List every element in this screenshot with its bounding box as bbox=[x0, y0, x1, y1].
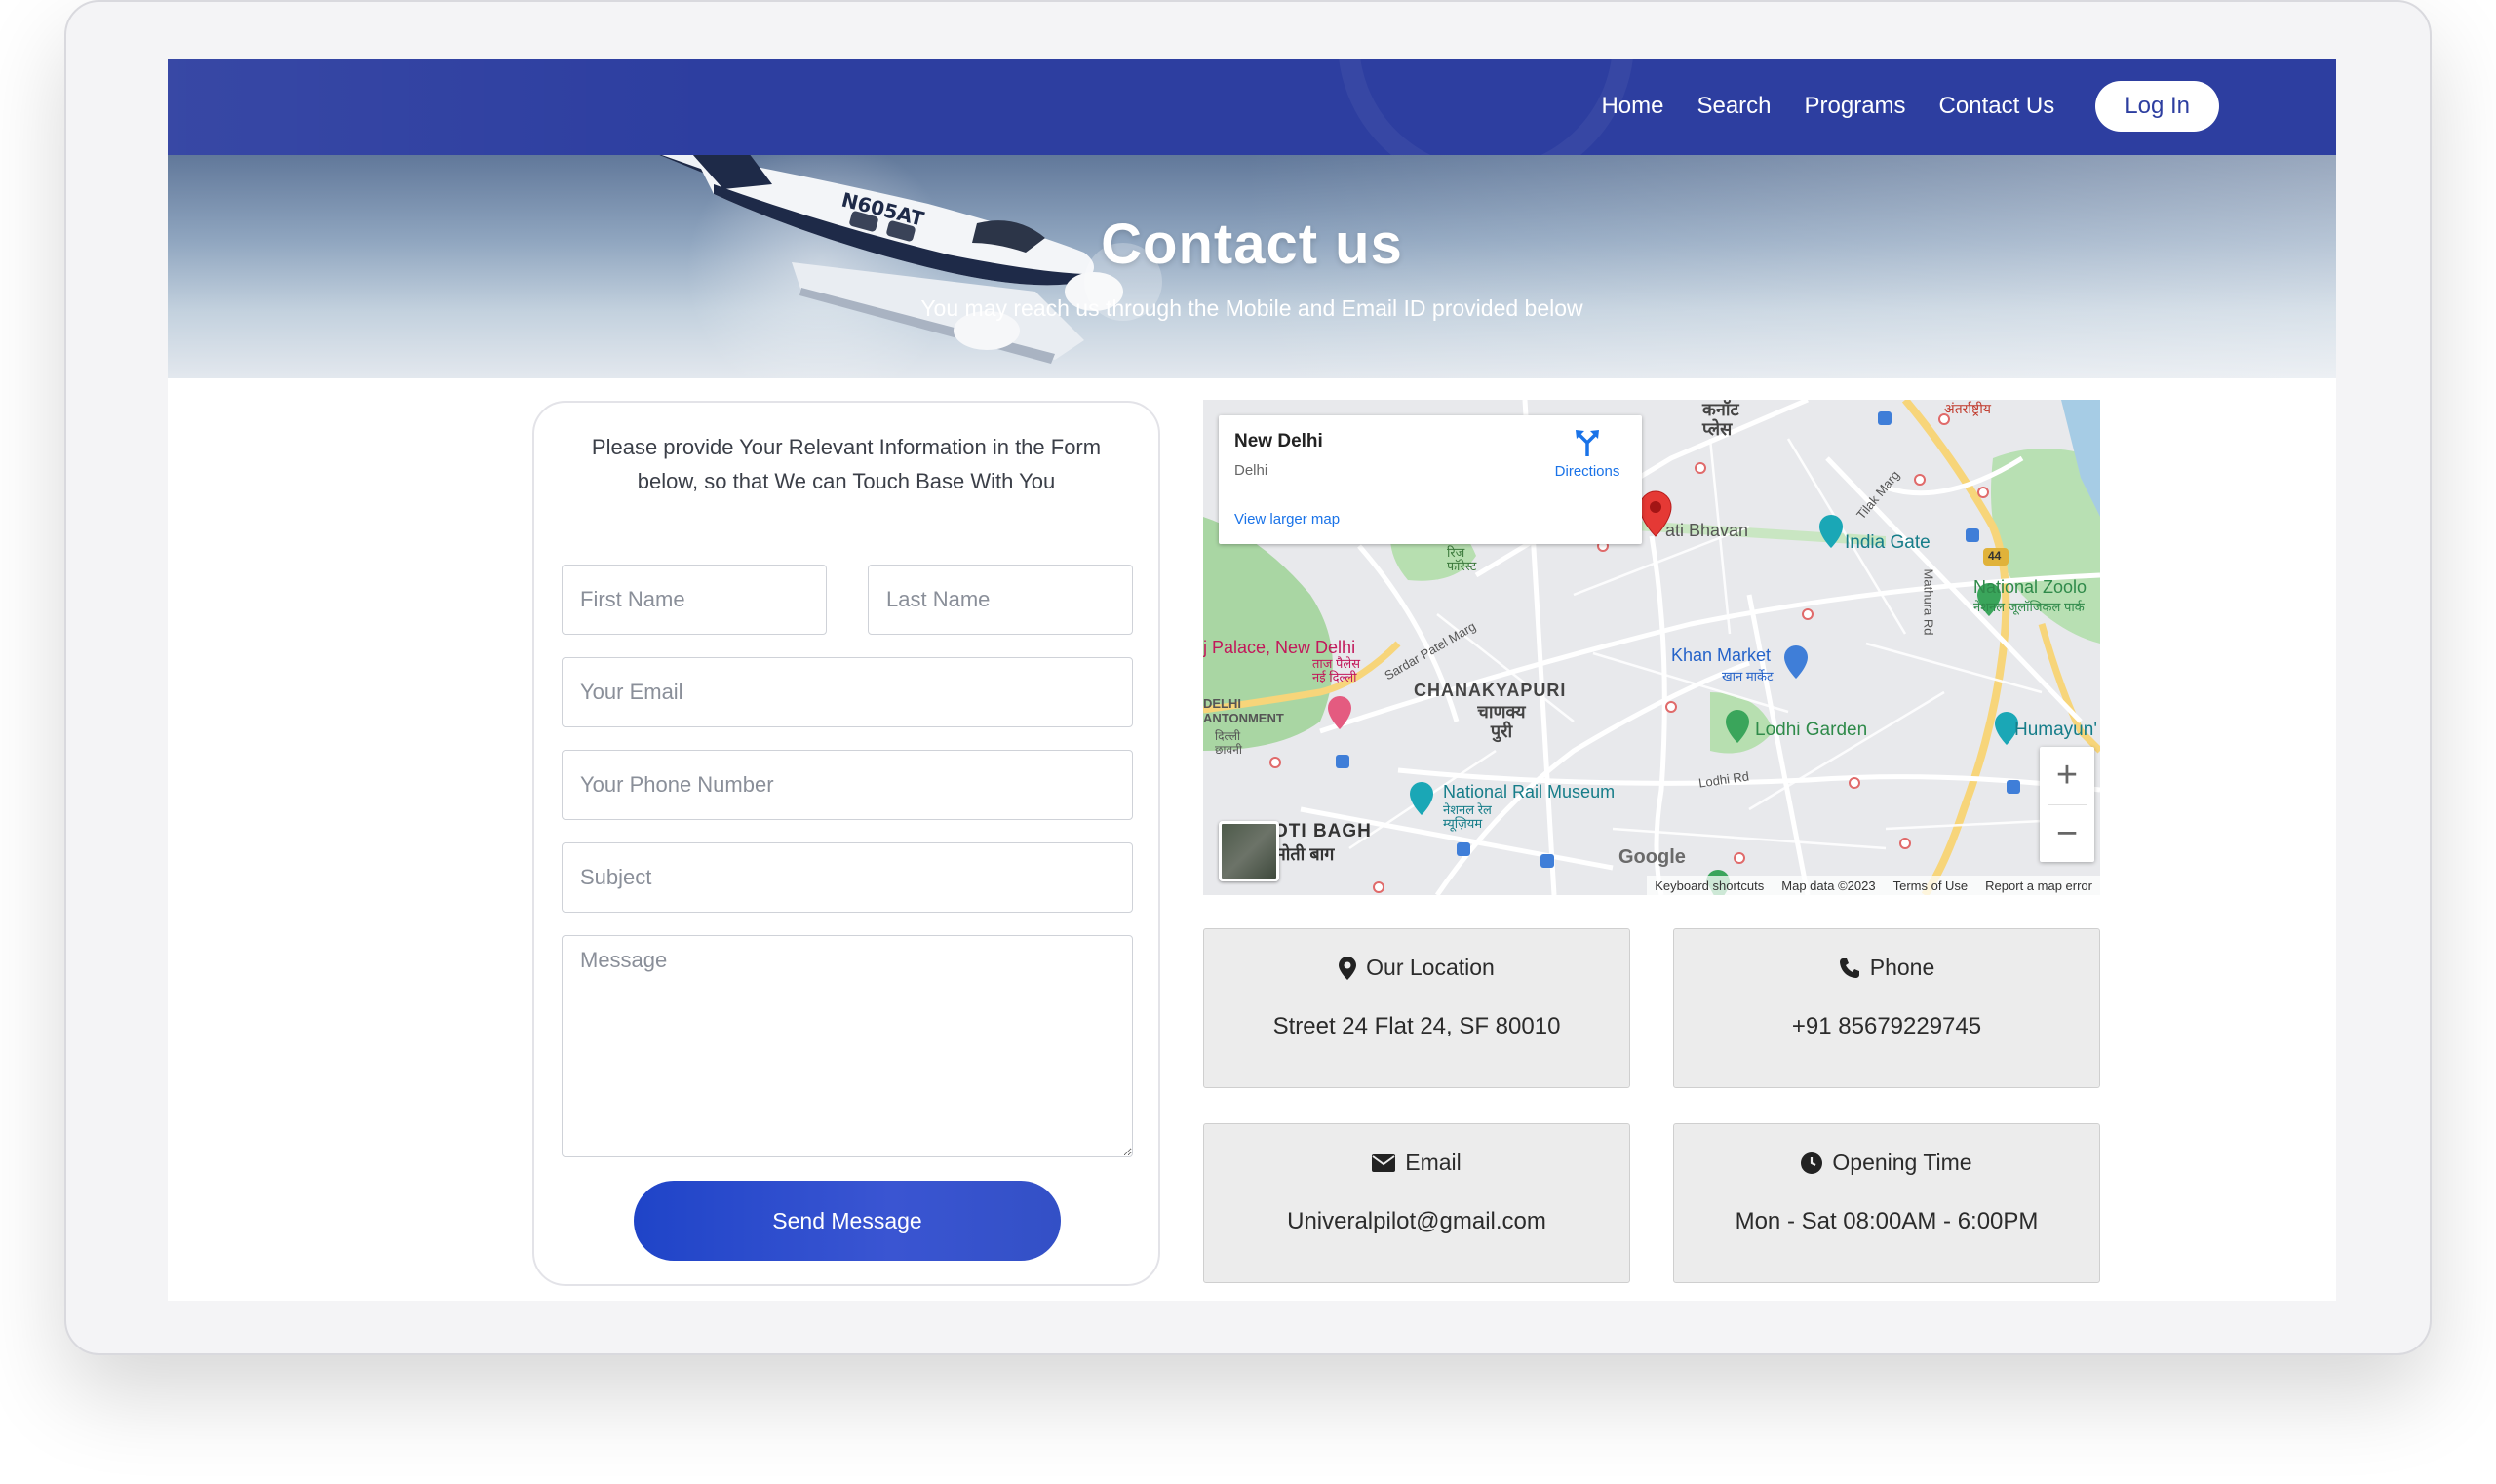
nav-links: Home Search Programs Contact Us Log In bbox=[1601, 76, 2219, 137]
map-zoom-controls: + − bbox=[2040, 747, 2094, 862]
email-title: Email bbox=[1405, 1150, 1462, 1175]
satellite-toggle-thumbnail[interactable] bbox=[1219, 821, 1279, 881]
map-label-humayun: Humayun' bbox=[2014, 720, 2097, 740]
phone-card: Phone +91 85679229745 bbox=[1673, 928, 2100, 1088]
google-logo: Google bbox=[1618, 846, 1686, 868]
report-map-error-link[interactable]: Report a map error bbox=[1985, 879, 2092, 893]
location-card: Our Location Street 24 Flat 24, SF 80010 bbox=[1203, 928, 1630, 1088]
hero-title: Contact us bbox=[1101, 213, 1403, 276]
form-intro-text: Please provide Your Relevant Information… bbox=[591, 435, 1102, 493]
map-label-chanakyapuri: CHANAKYAPURI bbox=[1414, 681, 1567, 700]
map-pin-icon bbox=[1339, 956, 1357, 980]
map-label-moti-bagh-hindi: मोती बाग bbox=[1275, 844, 1335, 864]
opening-time-value: Mon - Sat 08:00AM - 6:00PM bbox=[1735, 1208, 2039, 1234]
phone-value: +91 85679229745 bbox=[1791, 1013, 1982, 1039]
nav-link-home[interactable]: Home bbox=[1601, 93, 1663, 120]
terms-of-use-link[interactable]: Terms of Use bbox=[1893, 879, 1969, 893]
top-navbar: Home Search Programs Contact Us Log In bbox=[168, 59, 2336, 155]
navbar-ring-decoration bbox=[1338, 59, 1634, 155]
contact-form-card: Please provide Your Relevant Information… bbox=[532, 401, 1160, 1286]
map-label-taj-palace: j Palace, New Delhi bbox=[1203, 638, 1356, 657]
map-label-khan-market: Khan Market bbox=[1671, 645, 1772, 665]
contact-page: Home Search Programs Contact Us Log In N… bbox=[168, 59, 2336, 1301]
envelope-icon bbox=[1372, 1153, 1396, 1172]
location-value: Street 24 Flat 24, SF 80010 bbox=[1272, 1013, 1561, 1039]
map-label-connaught: कनॉट प्लेस bbox=[1702, 400, 1739, 439]
map-label-rail-museum: National Rail Museum bbox=[1443, 782, 1616, 801]
map-label-india-gate: India Gate bbox=[1845, 532, 1930, 553]
directions-label: Directions bbox=[1554, 463, 1620, 480]
map-label-mathura-rd: Mathura Rd bbox=[1921, 568, 1936, 636]
map-label-national-zoo: National Zoolo bbox=[1973, 577, 2087, 597]
keyboard-shortcuts-link[interactable]: Keyboard shortcuts bbox=[1655, 879, 1764, 893]
message-textarea[interactable] bbox=[562, 935, 1133, 1157]
email-value: Univeralpilot@gmail.com bbox=[1287, 1208, 1546, 1234]
login-button[interactable]: Log In bbox=[2095, 81, 2219, 132]
phone-input[interactable] bbox=[562, 750, 1133, 820]
email-card: Email Univeralpilot@gmail.com bbox=[1203, 1123, 1630, 1283]
browser-frame: Home Search Programs Contact Us Log In N… bbox=[64, 0, 2432, 1355]
last-name-input[interactable] bbox=[868, 565, 1133, 635]
map-place-card: New Delhi Delhi View larger map Directio… bbox=[1219, 415, 1642, 544]
map-label-cantonment: DELHI ANTONMENT bbox=[1203, 696, 1284, 725]
opening-time-title: Opening Time bbox=[1832, 1150, 1972, 1175]
view-larger-map-link[interactable]: View larger map bbox=[1234, 511, 1340, 527]
nav-link-programs[interactable]: Programs bbox=[1805, 93, 1906, 120]
phone-title: Phone bbox=[1869, 955, 1935, 980]
map-label-taj-palace-hindi: ताज पैलेस नई दिल्ली bbox=[1312, 656, 1361, 684]
map-label-national-zoo-hindi: नेशनल जूलॉजिकल पार्क bbox=[1973, 600, 2085, 614]
map-footer: Keyboard shortcuts Map data ©2023 Terms … bbox=[1647, 876, 2100, 895]
map-place-subtitle: Delhi bbox=[1234, 462, 1268, 479]
email-input[interactable] bbox=[562, 657, 1133, 727]
google-map-embed[interactable]: कनॉट प्लेस अंतर्राष्ट्रीय ati Bhavan Ind… bbox=[1203, 400, 2100, 895]
first-name-input[interactable] bbox=[562, 565, 827, 635]
nav-link-contact-us[interactable]: Contact Us bbox=[1939, 93, 2055, 120]
directions-icon bbox=[1576, 430, 1599, 456]
map-label-khan-market-hindi: खान मार्केट bbox=[1722, 669, 1774, 683]
map-route-44-badge: 44 bbox=[1988, 549, 2002, 563]
map-data-attribution: Map data ©2023 bbox=[1781, 878, 1876, 893]
map-place-title: New Delhi bbox=[1234, 431, 1323, 451]
send-message-button[interactable]: Send Message bbox=[634, 1181, 1061, 1261]
map-label-moti-bagh: OTI BAGH bbox=[1273, 821, 1372, 841]
map-label-chanakyapuri-hindi: चाणक्य पुरी bbox=[1477, 702, 1526, 741]
map-label-bhavan: ati Bhavan bbox=[1665, 521, 1749, 540]
subject-input[interactable] bbox=[562, 842, 1133, 913]
map-label-antarrashtriya: अंतर्राष्ट्रीय bbox=[1944, 401, 1991, 416]
nav-link-search[interactable]: Search bbox=[1696, 93, 1771, 120]
hero-subtitle: You may reach us through the Mobile and … bbox=[920, 295, 1583, 321]
clock-icon bbox=[1801, 1152, 1823, 1174]
map-label-lodhi-garden: Lodhi Garden bbox=[1755, 720, 1868, 740]
map-label-cantonment-hindi: दिल्ली छावनी bbox=[1215, 729, 1242, 757]
zoom-in-button[interactable]: + bbox=[2040, 747, 2094, 804]
map-label-rail-museum-hindi: नेशनल रेल म्यूज़ियम bbox=[1443, 802, 1492, 831]
navbar-decoration bbox=[168, 59, 714, 155]
location-title: Our Location bbox=[1366, 955, 1495, 980]
opening-time-card: Opening Time Mon - Sat 08:00AM - 6:00PM bbox=[1673, 1123, 2100, 1283]
phone-icon bbox=[1839, 957, 1859, 978]
directions-button[interactable]: Directions bbox=[1540, 429, 1634, 480]
hero-banner: N605AT Contact us You may reach us throu… bbox=[168, 155, 2336, 378]
map-label-ridge-forest: रिज फॉरेस्ट bbox=[1447, 545, 1477, 573]
zoom-out-button[interactable]: − bbox=[2040, 805, 2094, 863]
